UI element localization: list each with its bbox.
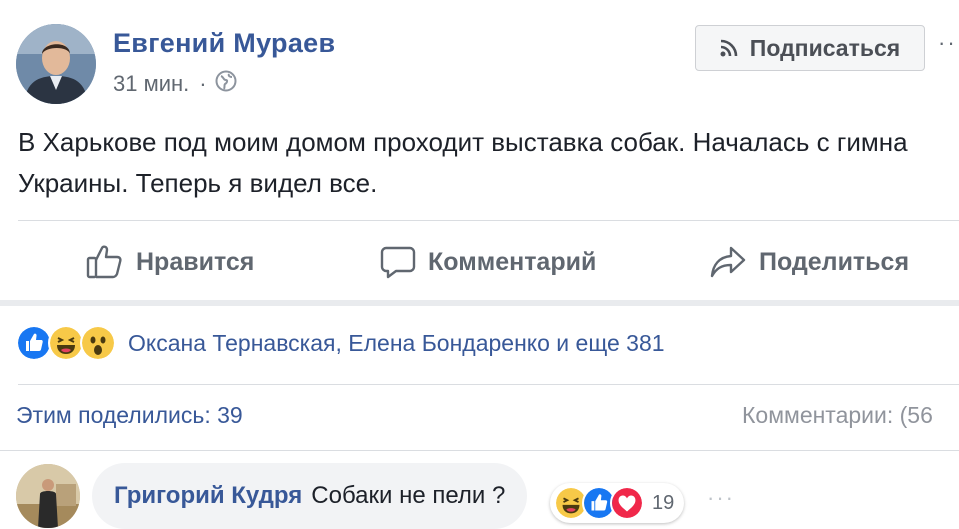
subscribe-button[interactable]: Подписаться	[695, 25, 925, 71]
section-separator	[0, 300, 959, 306]
meta-separator: ·	[199, 71, 207, 96]
reactions-summary[interactable]: Оксана Тернавская, Елена Бондаренко и ещ…	[16, 325, 665, 361]
haha-icon	[48, 325, 84, 361]
divider	[18, 384, 959, 385]
comment-text: Собаки не пели ?	[311, 482, 506, 509]
divider	[18, 220, 959, 221]
comment-options-button[interactable]: ···	[707, 485, 735, 511]
reaction-icons	[16, 325, 116, 361]
post-meta: 31 мин. ·	[113, 70, 237, 98]
post-options-button[interactable]: ···	[938, 30, 959, 56]
comments-count[interactable]: Комментарии: (56	[742, 402, 933, 429]
share-icon	[710, 246, 746, 278]
wow-icon	[80, 325, 116, 361]
commenter-name[interactable]: Григорий Кудря	[114, 482, 302, 510]
reactors-list[interactable]: Оксана Тернавская, Елена Бондаренко и ещ…	[128, 330, 665, 357]
share-button[interactable]: Поделиться	[709, 242, 909, 282]
author-avatar[interactable]	[16, 24, 96, 104]
subscribe-label: Подписаться	[749, 34, 901, 61]
commenter-avatar[interactable]	[16, 464, 80, 528]
divider	[0, 450, 959, 451]
love-icon	[610, 486, 644, 520]
share-label: Поделиться	[759, 247, 910, 276]
comment-icon	[380, 246, 416, 279]
rss-icon	[720, 39, 738, 57]
comment-bubble: Григорий Кудря Собаки не пели ?	[92, 463, 528, 529]
like-label: Нравится	[136, 247, 255, 276]
post-time[interactable]: 31 мин.	[113, 71, 189, 97]
comment-reactions[interactable]: 19	[550, 483, 685, 523]
globe-icon	[215, 70, 237, 98]
like-button[interactable]: Нравится	[86, 242, 254, 282]
comment-button[interactable]: Комментарий	[380, 242, 596, 282]
thumbs-up-icon	[86, 245, 122, 279]
post-text: В Харькове под моим домом проходит выста…	[18, 127, 908, 198]
comment-reaction-count: 19	[652, 491, 675, 514]
like-icon	[16, 325, 52, 361]
comment-label: Комментарий	[428, 247, 597, 276]
shares-count[interactable]: Этим поделились: 39	[16, 402, 243, 429]
author-name[interactable]: Евгений Мураев	[113, 28, 335, 59]
